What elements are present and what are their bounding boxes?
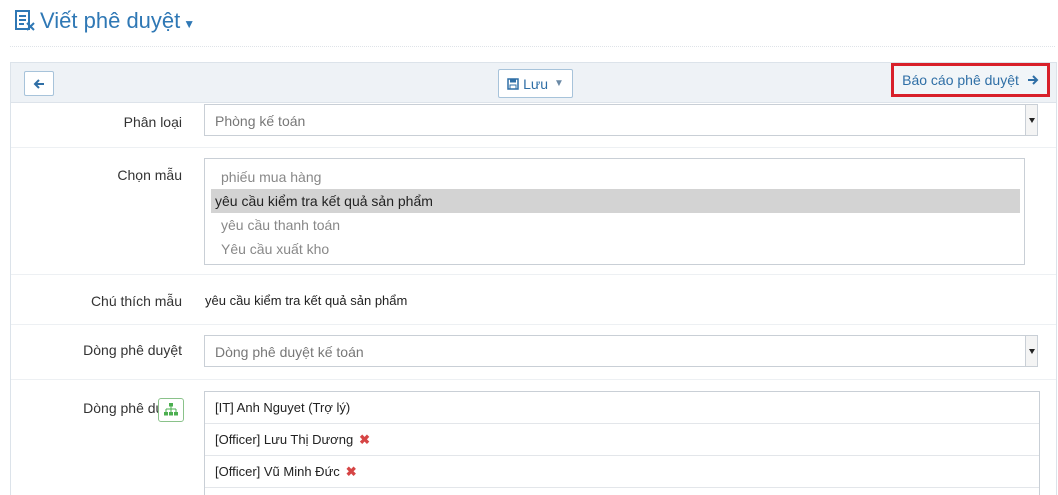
category-select[interactable]: Phòng kế toán — [204, 104, 1038, 136]
template-note-row: Chú thích mẫu — [11, 275, 1056, 325]
template-option[interactable]: Yêu cầu xuất kho — [211, 237, 1020, 261]
toolbar: Lưu ▼ Báo cáo phê duyệt — [11, 63, 1056, 103]
template-option[interactable]: yêu cầu thanh toán — [211, 213, 1020, 237]
back-button[interactable] — [24, 71, 54, 96]
caret-down-icon: ▼ — [183, 17, 196, 31]
category-value: Phòng kế toán — [215, 113, 306, 129]
approval-line-item: [IT] Anh Nguyet (Trợ lý) — [205, 392, 1039, 424]
org-chart-icon — [164, 403, 178, 416]
approver-name: [Officer] Vũ Minh Đức — [215, 464, 340, 479]
document-edit-icon — [15, 10, 35, 31]
arrow-right-icon — [1027, 75, 1039, 85]
approval-report-button[interactable]: Báo cáo phê duyệt — [891, 63, 1050, 97]
floppy-disk-icon — [507, 77, 519, 90]
template-listbox[interactable]: phiếu mua hàng yêu cầu kiểm tra kết quả … — [204, 158, 1025, 265]
approval-line-item: [Officer] Lưu Thị Dương ✖ — [205, 424, 1039, 456]
template-note-label: Chú thích mẫu — [90, 293, 182, 309]
save-button[interactable]: Lưu ▼ — [498, 69, 573, 98]
approval-line-list: [IT] Anh Nguyet (Trợ lý) [Officer] Lưu T… — [204, 391, 1040, 495]
approval-line-select-value: Dòng phê duyệt kế toán — [215, 344, 364, 360]
title-divider — [10, 46, 1055, 47]
remove-icon[interactable]: ✖ — [359, 432, 370, 448]
template-label: Chọn mẫu — [117, 167, 182, 183]
approval-line-item: [Officer] Vũ Minh Đức ✖ — [205, 456, 1039, 488]
arrow-left-icon — [33, 78, 44, 89]
approval-line-select-row: Dòng phê duyệt Dòng phê duyệt kế toán — [11, 325, 1056, 380]
approval-line-select[interactable]: Dòng phê duyệt kế toán — [204, 335, 1038, 367]
approver-name: [IT] Anh Nguyet (Trợ lý) — [215, 400, 351, 415]
form-panel: Lưu ▼ Báo cáo phê duyệt Phân loại Phòng … — [10, 62, 1057, 495]
template-option[interactable]: phiếu mua hàng — [211, 165, 1020, 189]
page-title[interactable]: Viết phê duyệt ▼ — [14, 6, 195, 36]
select-arrow-icon — [1025, 105, 1037, 135]
category-row: Phân loại Phòng kế toán — [11, 103, 1056, 148]
save-button-label: Lưu — [523, 75, 549, 92]
approval-line-select-label: Dòng phê duyệt — [83, 342, 182, 358]
org-chart-button[interactable] — [158, 398, 184, 422]
caret-down-icon: ▼ — [554, 78, 564, 89]
template-note-value: yêu cầu kiểm tra kết quả sản phẩm — [205, 293, 408, 308]
approver-name: [Officer] Lưu Thị Dương — [215, 432, 354, 447]
page-title-text: Viết phê duyệt — [40, 8, 181, 33]
remove-icon[interactable]: ✖ — [346, 464, 357, 480]
template-option-selected[interactable]: yêu cầu kiểm tra kết quả sản phẩm — [211, 189, 1020, 213]
select-arrow-icon — [1025, 336, 1037, 366]
approval-report-label: Báo cáo phê duyệt — [902, 72, 1019, 88]
category-label: Phân loại — [123, 114, 182, 130]
